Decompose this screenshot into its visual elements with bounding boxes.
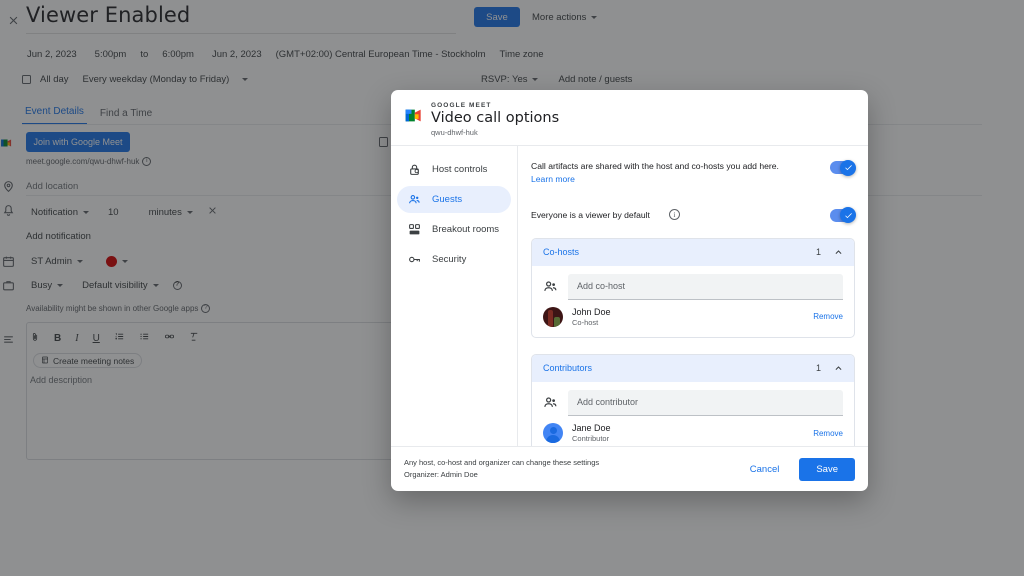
sidebar-item-security[interactable]: Security: [397, 246, 511, 273]
viewer-default-label: Everyone is a viewer by default: [531, 210, 650, 220]
dialog-body: Host controls Guests Breakout rooms: [391, 146, 868, 446]
screen: Viewer Enabled Save More actions Jun 2, …: [0, 0, 1024, 576]
dialog-brand: GOOGLE MEET: [431, 102, 492, 109]
chevron-up-icon[interactable]: [834, 248, 843, 257]
sidebar-item-label: Guests: [432, 194, 462, 205]
co-hosts-title: Co-hosts: [543, 247, 579, 257]
contributor-name: Jane Doe: [572, 422, 611, 434]
viewer-default-left: Everyone is a viewer by default i: [531, 209, 680, 220]
viewer-default-row: Everyone is a viewer by default i: [531, 208, 855, 222]
footer-note-line2: Organizer: Admin Doe: [404, 469, 599, 481]
contributors-header[interactable]: Contributors 1: [532, 355, 854, 382]
footer-note-line1: Any host, co-host and organizer can chan…: [404, 457, 599, 469]
dialog-title: Video call options: [431, 110, 559, 126]
co-host-list-item: John Doe Co-host Remove: [532, 300, 854, 337]
call-artifacts-description: Call artifacts are shared with the host …: [531, 161, 779, 171]
co-host-role: Co-host: [572, 318, 611, 328]
chevron-up-icon[interactable]: [834, 364, 843, 373]
people-icon: [408, 193, 421, 206]
add-co-host-row: Add co-host: [532, 266, 854, 300]
learn-more-link[interactable]: Learn more: [531, 174, 575, 184]
lock-icon: [408, 163, 421, 176]
remove-contributor-button[interactable]: Remove: [813, 429, 843, 438]
add-contributor-input[interactable]: Add contributor: [568, 390, 843, 416]
footer-note: Any host, co-host and organizer can chan…: [404, 457, 599, 480]
call-artifacts-toggle[interactable]: [830, 161, 855, 174]
add-people-icon: [543, 395, 558, 410]
contributors-title: Contributors: [543, 363, 592, 373]
save-button[interactable]: Save: [799, 458, 855, 481]
co-hosts-count: 1: [816, 247, 821, 257]
contributor-role: Contributor: [572, 434, 611, 444]
contributors-count: 1: [816, 363, 821, 373]
cancel-button[interactable]: Cancel: [743, 459, 787, 480]
call-artifacts-row: Call artifacts are shared with the host …: [531, 160, 855, 187]
co-hosts-group: Co-hosts 1 Add co-host: [531, 238, 855, 338]
contributors-group: Contributors 1 Add contributor: [531, 354, 855, 446]
co-hosts-header-right: 1: [816, 247, 843, 257]
add-people-icon: [543, 279, 558, 294]
sidebar-item-label: Security: [432, 254, 466, 265]
add-co-host-input[interactable]: Add co-host: [568, 274, 843, 300]
add-contributor-row: Add contributor: [532, 382, 854, 416]
meeting-code: qwu-dhwf-huk: [431, 128, 478, 137]
avatar: [543, 307, 563, 327]
guests-panel: Call artifacts are shared with the host …: [518, 146, 868, 446]
video-call-options-dialog: GOOGLE MEET Video call options qwu-dhwf-…: [391, 90, 868, 491]
toggle-knob: [840, 207, 856, 223]
co-host-name: John Doe: [572, 306, 611, 318]
co-hosts-header[interactable]: Co-hosts 1: [532, 239, 854, 266]
dialog-footer: Any host, co-host and organizer can chan…: [391, 446, 868, 491]
contributors-header-right: 1: [816, 363, 843, 373]
contributor-list-item: Jane Doe Contributor Remove: [532, 416, 854, 446]
dialog-sidebar: Host controls Guests Breakout rooms: [391, 146, 518, 446]
sidebar-item-breakout-rooms[interactable]: Breakout rooms: [397, 216, 511, 243]
contributor-info: Jane Doe Contributor: [572, 422, 611, 444]
info-icon[interactable]: i: [669, 209, 680, 220]
breakout-rooms-icon: [408, 223, 421, 236]
footer-buttons: Cancel Save: [743, 458, 855, 481]
remove-co-host-button[interactable]: Remove: [813, 312, 843, 321]
key-icon: [408, 253, 421, 266]
avatar: [543, 423, 563, 443]
sidebar-item-host-controls[interactable]: Host controls: [397, 156, 511, 183]
sidebar-item-label: Host controls: [432, 164, 487, 175]
dialog-header: GOOGLE MEET Video call options qwu-dhwf-…: [391, 90, 868, 146]
sidebar-item-guests[interactable]: Guests: [397, 186, 511, 213]
google-meet-logo-icon: [404, 107, 424, 124]
co-host-info: John Doe Co-host: [572, 306, 611, 328]
toggle-knob: [840, 160, 856, 176]
sidebar-item-label: Breakout rooms: [432, 224, 499, 235]
viewer-default-toggle[interactable]: [830, 209, 855, 222]
call-artifacts-text: Call artifacts are shared with the host …: [531, 160, 793, 187]
